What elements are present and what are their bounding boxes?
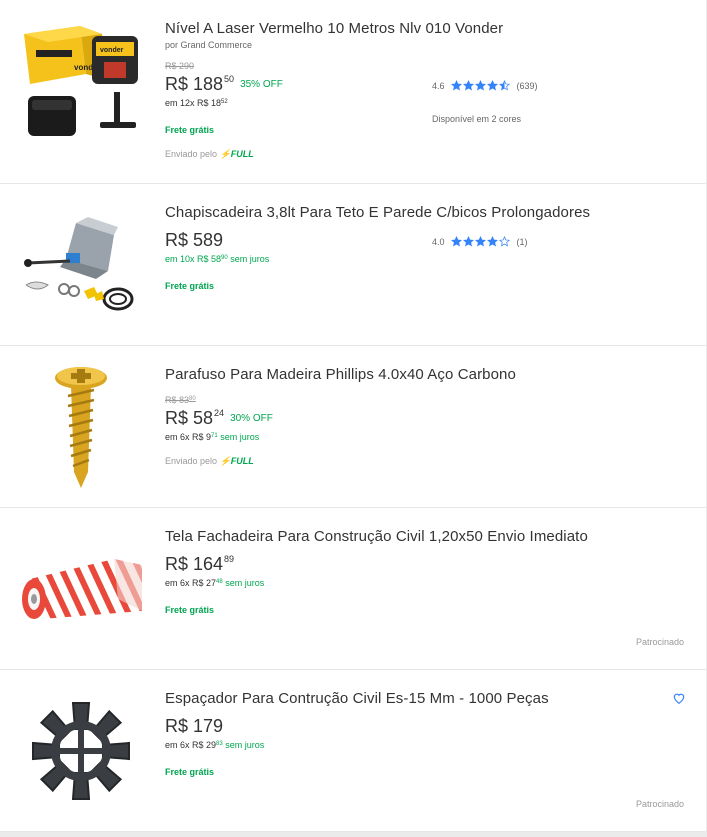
product-title[interactable]: Parafuso Para Madeira Phillips 4.0x40 Aç… [165,366,645,383]
rating-count: (639) [516,80,538,91]
installments-text: em 6x R$ 9 [165,432,212,442]
product-card[interactable]: vonder vonder Nível A Laser Vermelho 10 … [0,0,706,184]
price-int: R$ 188 [165,74,224,94]
product-card[interactable]: Chapiscadeira 3,8lt Para Teto E Parede C… [0,184,706,346]
discount-badge: 30% OFF [230,413,273,424]
svg-text:vonder: vonder [100,47,124,54]
product-card[interactable]: Espaçador Para Contrução Civil Es-15 Mm … [0,670,706,832]
price-int: R$ 58 [165,408,214,428]
installments: em 6x R$ 971 sem juros [165,432,259,442]
free-shipping: Frete grátis [165,605,215,615]
star-icon [474,80,486,91]
installments: em 10x R$ 5890 sem juros [165,254,269,264]
installments-suffix: sem juros [230,254,270,264]
star-icon [474,236,486,247]
price: R$ 589 [165,230,223,251]
product-card[interactable]: Parafuso Para Madeira Phillips 4.0x40 Aç… [0,346,706,508]
installments-text: em 6x R$ 27 [165,578,217,588]
full-badge: ⚡FULL [219,149,254,159]
colors-available: Disponível em 2 cores [432,114,522,124]
product-title[interactable]: Espaçador Para Contrução Civil Es-15 Mm … [165,690,645,707]
full-brand: FULL [230,456,254,466]
installments: em 6x R$ 2983 sem juros [165,740,264,750]
star-icon [450,80,462,91]
installments: em 12x R$ 1852 [165,98,228,108]
fulfilled-prefix: Enviado pelo [165,456,218,466]
sponsored-label: Patrocinado [635,799,684,809]
original-price: R$ 290 [165,61,195,71]
star-icon [462,236,474,247]
installments-cents: 48 [216,579,223,585]
discount-badge: 35% OFF [240,79,283,90]
installments-suffix: sem juros [225,740,265,750]
installments-text: em 12x R$ 18 [165,98,222,108]
free-shipping: Frete grátis [165,767,215,777]
original-price-int: R$ 83 [165,395,190,405]
product-title[interactable]: Nível A Laser Vermelho 10 Metros Nlv 010… [165,20,645,37]
installments-cents: 90 [221,255,228,261]
original-price: R$ 8380 [165,395,196,405]
product-title[interactable]: Tela Fachadeira Para Construção Civil 1,… [165,528,645,545]
laser-level-image[interactable]: vonder vonder [18,18,144,144]
price: R$ 16489 [165,554,234,575]
installments-cents: 52 [221,99,228,105]
full-badge: ⚡FULL [219,456,254,466]
installments-text: em 6x R$ 29 [165,740,217,750]
price-int: R$ 589 [165,230,224,250]
rating: 4.6 (639) [432,80,538,91]
full-brand: FULL [230,149,254,159]
price: R$ 179 [165,716,223,737]
installments: em 6x R$ 2748 sem juros [165,578,264,588]
price-cents: 24 [214,408,225,418]
price: R$ 5824 30% OFF [165,408,273,429]
price-int: R$ 164 [165,554,224,574]
screw-image[interactable] [18,364,144,490]
star-icon [462,80,474,91]
spacer-image[interactable] [18,688,144,814]
fulfilled-label: Enviado pelo ⚡FULL [165,149,254,160]
results-list: vonder vonder Nível A Laser Vermelho 10 … [0,0,706,832]
rating: 4.0 (1) [432,236,528,247]
price-cents: 89 [224,554,235,564]
facade-net-image[interactable] [18,526,144,652]
product-title[interactable]: Chapiscadeira 3,8lt Para Teto E Parede C… [165,204,645,221]
fulfilled-label: Enviado pelo ⚡FULL [165,456,254,467]
rating-value: 4.0 [432,236,445,247]
installments-cents: 71 [211,433,218,439]
star-icon [486,80,498,91]
rating-value: 4.6 [432,80,445,91]
star-icon [498,80,510,91]
price: R$ 18850 35% OFF [165,74,283,95]
star-icon [486,236,498,247]
price-int: R$ 179 [165,716,224,736]
star-icon [450,236,462,247]
price-cents: 50 [224,74,235,84]
sponsored-label: Patrocinado [635,637,684,647]
installments-text: em 10x R$ 58 [165,254,222,264]
rating-stars [450,80,511,91]
seller-name: por Grand Commerce [165,40,253,50]
plaster-sprayer-image[interactable] [18,202,144,328]
installments-cents: 83 [216,741,223,747]
installments-suffix: sem juros [225,578,265,588]
free-shipping: Frete grátis [165,125,215,135]
rating-count: (1) [516,236,528,247]
free-shipping: Frete grátis [165,281,215,291]
installments-suffix: sem juros [220,432,260,442]
rating-stars [450,236,511,247]
star-icon [498,236,510,247]
original-price-cents: 80 [189,396,196,402]
heart-icon[interactable] [672,691,686,705]
fulfilled-prefix: Enviado pelo [165,149,218,159]
product-card[interactable]: Tela Fachadeira Para Construção Civil 1,… [0,508,706,670]
